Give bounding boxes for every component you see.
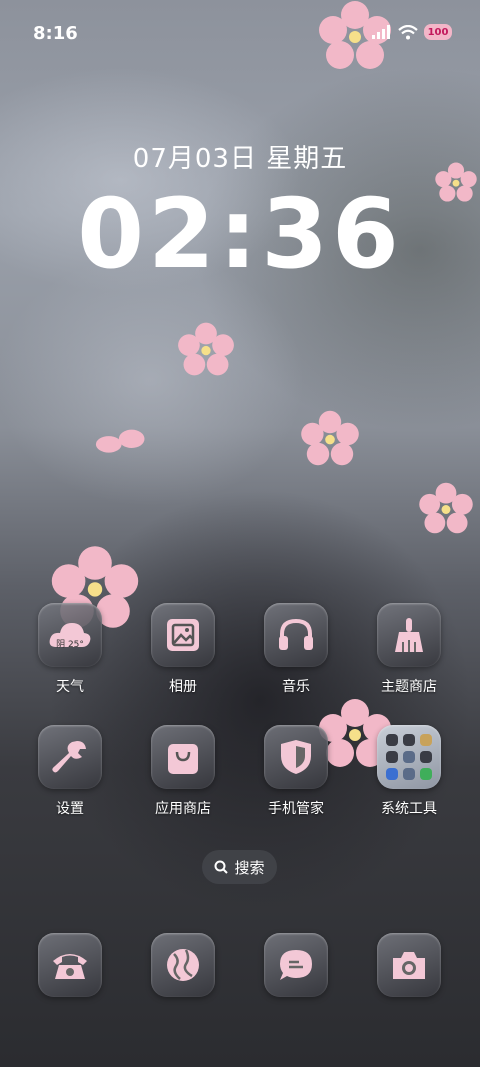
telephone-icon [38, 933, 102, 997]
app-label: 主题商店 [381, 679, 437, 695]
app-weather[interactable]: 阴 25° 天气 [20, 603, 120, 696]
weather-icon: 阴 25° [38, 603, 102, 667]
app-label: 设置 [56, 801, 84, 817]
search-label: 搜索 [234, 858, 265, 877]
search-icon [214, 860, 229, 874]
status-bar: 8:16 100 [0, 0, 480, 68]
dock-phone[interactable] [37, 933, 103, 999]
app-themes[interactable]: 主题商店 [359, 603, 459, 696]
app-phone-manager[interactable]: 手机管家 [246, 725, 346, 818]
app-settings[interactable]: 设置 [20, 725, 120, 818]
globe-icon [151, 933, 215, 997]
shield-icon [264, 725, 328, 789]
weather-icon-text: 阴 25° [56, 640, 84, 650]
status-icons: 100 [372, 24, 452, 40]
folder-preview-grid [386, 734, 432, 780]
dock-camera[interactable] [376, 933, 442, 999]
status-time: 8:16 [33, 23, 78, 44]
app-label: 相册 [169, 679, 197, 695]
headphones-icon [264, 603, 328, 667]
app-gallery[interactable]: 相册 [133, 603, 233, 696]
wifi-icon [398, 24, 418, 39]
folder-icon [377, 725, 441, 789]
chat-bubble-icon [264, 933, 328, 997]
camera-icon [377, 933, 441, 997]
lockclock-time[interactable]: 02:36 [0, 178, 480, 290]
petal-decoration [178, 322, 234, 376]
search-button[interactable]: 搜索 [202, 850, 277, 884]
app-system-tools[interactable]: 系统工具 [359, 725, 459, 818]
brush-icon [377, 603, 441, 667]
wrench-icon [38, 725, 102, 789]
lockclock-date: 07月03日 星期五 [132, 144, 348, 174]
dock-browser[interactable] [150, 933, 216, 999]
petal-decoration [419, 482, 473, 534]
app-appstore[interactable]: 应用商店 [133, 725, 233, 818]
app-label: 音乐 [282, 679, 310, 695]
app-label: 应用商店 [155, 801, 211, 817]
app-label: 系统工具 [381, 801, 437, 817]
app-label: 天气 [56, 679, 84, 695]
petal-decoration [301, 410, 359, 466]
app-music[interactable]: 音乐 [246, 603, 346, 696]
gallery-icon [151, 603, 215, 667]
battery-icon: 100 [424, 24, 452, 40]
shopping-bag-icon [151, 725, 215, 789]
dock-messages[interactable] [263, 933, 329, 999]
app-label: 手机管家 [268, 801, 324, 817]
signal-icon [372, 25, 390, 39]
petal-decoration [95, 429, 145, 453]
